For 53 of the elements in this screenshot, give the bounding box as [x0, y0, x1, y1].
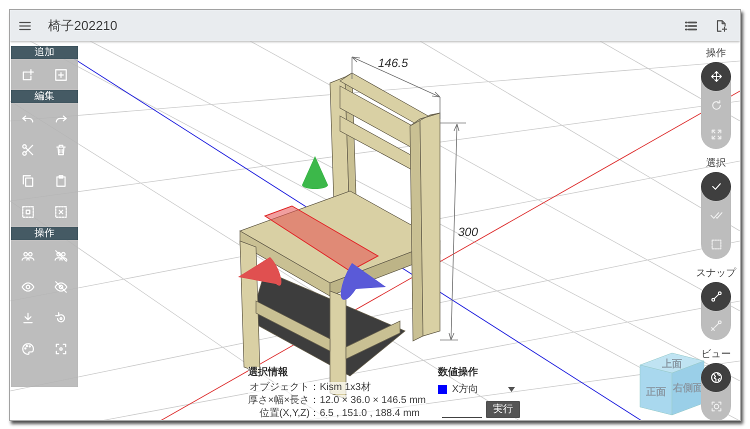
info-value: 6.5 , 151.0 , 188.4 mm: [320, 408, 426, 420]
tool-button[interactable]: [701, 172, 731, 201]
add-frame-icon[interactable]: [20, 68, 35, 82]
dimension-label: 146.5: [378, 56, 408, 70]
focus-icon: [710, 400, 722, 413]
section-title: 選択情報: [248, 367, 288, 379]
chair-stretcher: [346, 320, 400, 360]
eye-off-icon[interactable]: [54, 280, 68, 294]
section-header: 編集: [11, 90, 78, 103]
group-label: 選択: [706, 158, 726, 170]
info-label: 位置(X,Y,Z)：: [248, 408, 320, 420]
cone-drawing[interactable]: [238, 257, 282, 286]
document-title: 椅子202210: [48, 16, 118, 35]
direction-dropdown[interactable]: X方向: [438, 382, 515, 397]
group-label: 操作: [706, 48, 726, 60]
globe-icon: [710, 371, 722, 384]
cube-face-label: 上面: [662, 359, 682, 370]
palette-icon[interactable]: [20, 342, 35, 356]
section-header: 操作: [11, 227, 78, 240]
people-off-icon[interactable]: [54, 248, 68, 262]
cube-face-label: 正面: [646, 387, 666, 398]
caret-icon: [508, 387, 515, 392]
trash-icon[interactable]: [54, 142, 68, 156]
cone-drawing[interactable]: [340, 263, 386, 300]
group-label: ビュー: [701, 349, 731, 361]
rotate-icon: [710, 99, 722, 112]
download-icon[interactable]: [20, 310, 35, 324]
double-check-icon: [710, 209, 722, 222]
file-add-icon[interactable]: [714, 18, 728, 32]
section-header: 追加: [11, 46, 78, 59]
expand-icon: [710, 128, 722, 141]
list-icon[interactable]: [684, 18, 698, 32]
eye-icon[interactable]: [20, 280, 35, 294]
scissors-icon[interactable]: [20, 142, 35, 156]
snap-icon: [710, 290, 722, 303]
copy-icon[interactable]: [20, 174, 35, 188]
clipboard-icon[interactable]: [54, 174, 68, 188]
select-frame-icon[interactable]: [20, 204, 35, 218]
tool-button[interactable]: [701, 62, 731, 91]
deselect-frame-icon[interactable]: [54, 204, 68, 218]
move-icon: [710, 70, 722, 83]
group-label: スナップ: [696, 268, 736, 280]
tool-button[interactable]: [701, 363, 731, 392]
focus-icon[interactable]: [54, 342, 68, 356]
snap-off-icon: [710, 319, 722, 332]
section-title: 数値操作: [438, 367, 479, 379]
dimension-label: 300: [458, 225, 478, 239]
execute-button[interactable]: 実行: [486, 401, 520, 418]
add-box-icon[interactable]: [54, 68, 68, 82]
tool-button[interactable]: [701, 282, 731, 311]
info-value: 12.0 × 36.0 × 146.5 mm: [320, 395, 426, 407]
dashed-square-icon: [710, 238, 722, 251]
axis-swatch: [438, 385, 447, 394]
